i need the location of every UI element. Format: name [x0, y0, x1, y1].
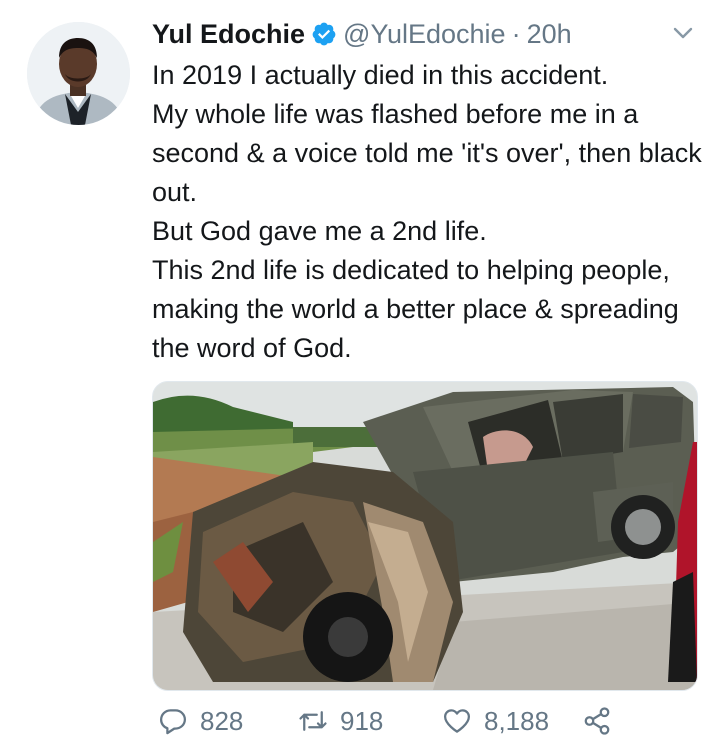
author-name[interactable]: Yul Edochie	[152, 19, 305, 50]
tweet-photo[interactable]	[152, 381, 698, 691]
tweet-actions: 828 918 8,188	[152, 703, 712, 739]
like-button[interactable]: 8,188	[442, 703, 549, 739]
avatar[interactable]	[27, 22, 130, 125]
tweet-timestamp[interactable]: 20h	[527, 19, 572, 50]
reply-icon	[160, 709, 186, 735]
tweet-text: In 2019 I actually died in this accident…	[152, 60, 702, 363]
reply-button[interactable]: 828	[158, 703, 243, 739]
heart-icon	[444, 709, 470, 733]
header-separator: ·	[511, 18, 521, 49]
share-button[interactable]	[582, 703, 624, 739]
chevron-down-icon[interactable]	[670, 22, 696, 44]
like-count: 8,188	[484, 705, 550, 736]
crashed-car-photo	[153, 382, 697, 690]
tweet-header: Yul Edochie @YulEdochie · 20h	[152, 14, 572, 54]
verified-badge-icon	[312, 22, 336, 46]
retweet-button[interactable]: 918	[298, 703, 383, 739]
author-handle[interactable]: @YulEdochie	[343, 19, 506, 50]
retweet-icon	[299, 711, 327, 731]
tweet-card: Yul Edochie @YulEdochie · 20h In 2019 I …	[0, 0, 720, 743]
avatar-image	[27, 22, 130, 125]
retweet-count: 918	[340, 705, 384, 736]
reply-count: 828	[200, 705, 244, 736]
share-icon	[584, 707, 610, 735]
